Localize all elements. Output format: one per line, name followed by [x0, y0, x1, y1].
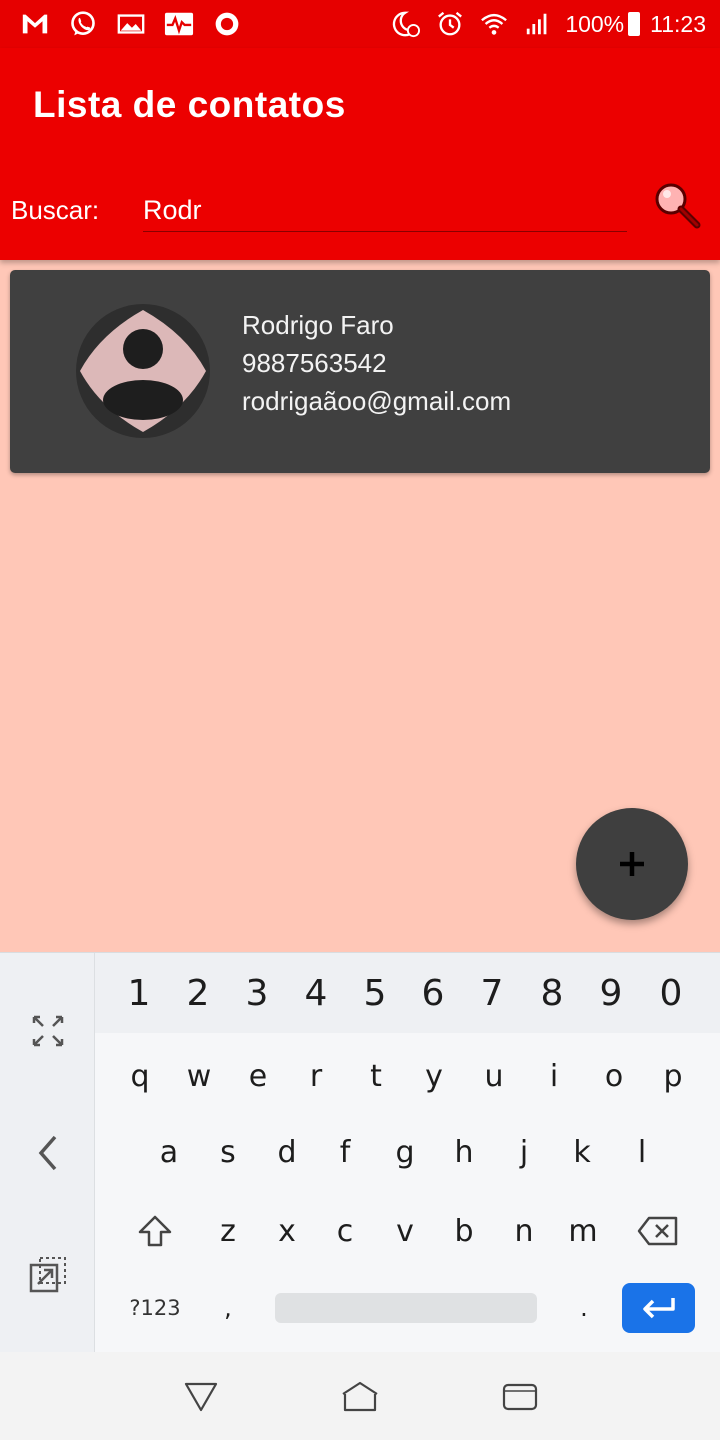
key-d[interactable]: d — [259, 1117, 315, 1187]
page-title: Lista de contatos — [33, 84, 346, 125]
shift-key[interactable] — [127, 1196, 183, 1266]
wifi-icon — [477, 9, 511, 39]
expand-button[interactable] — [20, 1003, 76, 1059]
whatsapp-icon — [66, 9, 100, 39]
key-c[interactable]: c — [317, 1196, 373, 1266]
key-t[interactable]: t — [348, 1041, 404, 1111]
key-p[interactable]: p — [645, 1041, 701, 1111]
key-9[interactable]: 9 — [583, 953, 639, 1033]
key-r[interactable]: r — [288, 1041, 344, 1111]
backspace-icon — [637, 1216, 678, 1246]
key-4[interactable]: 4 — [288, 953, 344, 1033]
key-f[interactable]: f — [317, 1117, 373, 1187]
contact-email: rodrigaãoo@gmail.com — [242, 386, 512, 416]
key-v[interactable]: v — [377, 1196, 433, 1266]
contact-name: Rodrigo Faro — [242, 310, 394, 340]
key-y[interactable]: y — [406, 1041, 462, 1111]
home-button[interactable] — [335, 1372, 385, 1422]
recents-button[interactable] — [495, 1372, 545, 1422]
recents-icon — [502, 1383, 538, 1411]
key-j[interactable]: j — [496, 1117, 552, 1187]
key-a[interactable]: a — [141, 1117, 197, 1187]
key-u[interactable]: u — [466, 1041, 522, 1111]
search-button[interactable] — [648, 176, 706, 234]
key-1[interactable]: 1 — [111, 953, 167, 1033]
contact-phone: 9887563542 — [242, 348, 387, 378]
home-icon — [342, 1381, 378, 1412]
shift-icon — [138, 1215, 172, 1247]
record-icon — [210, 9, 244, 39]
key-q[interactable]: q — [112, 1041, 168, 1111]
comma-key[interactable]: , — [208, 1283, 248, 1333]
key-w[interactable]: w — [171, 1041, 227, 1111]
alarm-icon — [433, 9, 467, 39]
keyboard-side-panel — [0, 953, 95, 1353]
enter-key[interactable] — [622, 1283, 695, 1333]
contact-card[interactable]: Rodrigo Faro 9887563542 rodrigaãoo@gmail… — [10, 270, 710, 473]
clock: 11:23 — [650, 10, 706, 37]
chevron-left-icon — [38, 1135, 57, 1171]
key-b[interactable]: b — [436, 1196, 492, 1266]
key-7[interactable]: 7 — [464, 953, 520, 1033]
notification-icons — [18, 8, 244, 40]
navigation-bar — [0, 1352, 720, 1440]
key-i[interactable]: i — [526, 1041, 582, 1111]
image-icon — [114, 9, 148, 39]
key-s[interactable]: s — [200, 1117, 256, 1187]
key-2[interactable]: 2 — [170, 953, 226, 1033]
back-button[interactable] — [176, 1372, 226, 1422]
float-keyboard-button[interactable] — [20, 1247, 76, 1303]
soft-keyboard: 1 2 3 4 5 6 7 8 9 0 q w e r t y u i o p … — [0, 952, 720, 1353]
space-bar[interactable] — [275, 1293, 537, 1323]
period-key[interactable]: . — [564, 1283, 604, 1333]
default-avatar-icon — [76, 304, 210, 438]
key-x[interactable]: x — [259, 1196, 315, 1266]
avatar — [76, 304, 210, 438]
backspace-key[interactable] — [630, 1196, 686, 1266]
symbols-key[interactable]: ?123 — [120, 1283, 190, 1333]
key-3[interactable]: 3 — [229, 953, 285, 1033]
key-6[interactable]: 6 — [405, 953, 461, 1033]
battery-percent: 100% — [565, 10, 625, 37]
plus-icon — [620, 852, 644, 876]
key-8[interactable]: 8 — [524, 953, 580, 1033]
key-g[interactable]: g — [377, 1117, 433, 1187]
status-bar: 100% 11:23 — [0, 0, 720, 48]
float-keyboard-icon — [29, 1257, 66, 1293]
key-l[interactable]: l — [614, 1117, 670, 1187]
activity-icon — [162, 9, 196, 39]
back-icon — [184, 1382, 218, 1412]
battery-icon — [628, 12, 641, 36]
key-5[interactable]: 5 — [347, 953, 403, 1033]
key-e[interactable]: e — [230, 1041, 286, 1111]
key-0[interactable]: 0 — [643, 953, 699, 1033]
contact-info: Rodrigo Faro 9887563542 rodrigaãoo@gmail… — [242, 306, 511, 420]
signal-icon — [521, 9, 555, 39]
system-status: 100% 11:23 — [389, 8, 706, 40]
app-bar: Lista de contatos Buscar: — [0, 48, 720, 260]
key-k[interactable]: k — [554, 1117, 610, 1187]
night-alarm-icon — [389, 9, 423, 39]
gmail-icon — [18, 9, 52, 39]
search-label: Buscar: — [11, 195, 100, 225]
add-contact-button[interactable] — [576, 808, 688, 920]
key-o[interactable]: o — [586, 1041, 642, 1111]
expand-icon — [32, 1015, 64, 1047]
search-input[interactable] — [143, 186, 627, 232]
key-m[interactable]: m — [555, 1196, 611, 1266]
search-icon — [655, 183, 701, 229]
enter-icon — [642, 1298, 675, 1319]
key-n[interactable]: n — [496, 1196, 552, 1266]
collapse-button[interactable] — [20, 1125, 76, 1181]
key-h[interactable]: h — [436, 1117, 492, 1187]
key-z[interactable]: z — [200, 1196, 256, 1266]
